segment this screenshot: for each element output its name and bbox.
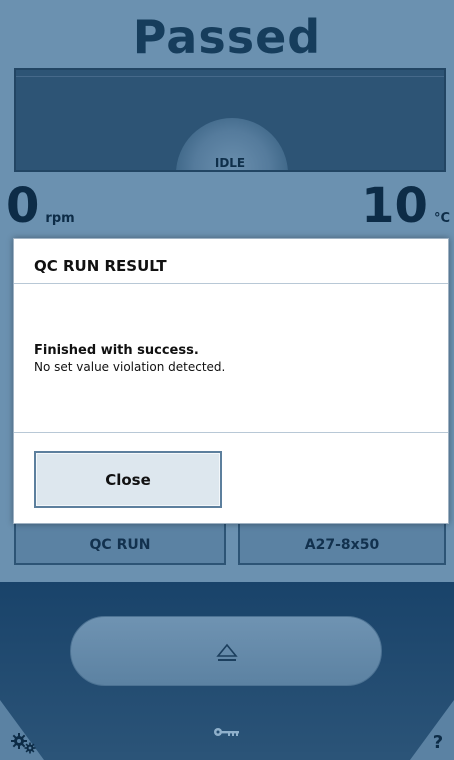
rotor-display: IDLE [14,68,446,172]
help-icon[interactable]: ? [426,732,450,758]
temperature-unit: °C [433,211,450,226]
display-divider [16,76,444,77]
bottom-base [44,752,410,760]
dialog-title: QC RUN RESULT [14,239,448,284]
eject-button[interactable] [70,616,382,686]
key-icon [214,728,239,736]
settings-gears-icon[interactable] [10,732,38,754]
close-button[interactable]: Close [34,451,222,508]
eject-icon [216,643,238,661]
temperature-readout: 10 °C [361,178,450,234]
speed-value: 0 [6,178,40,234]
centrifuge-screen: Passed IDLE 0 rpm 10 °C QC RUN A27-8x50 QC… [0,0,454,760]
dialog-message-bold: Finished with success. [34,343,199,358]
tab-qc-run-label: QC RUN [89,537,151,553]
temperature-value: 10 [361,178,428,234]
dialog-divider [14,432,448,433]
qc-result-dialog: QC RUN RESULT Finished with success. No … [13,238,449,524]
status-title: Passed [132,10,322,64]
dialog-message-detail: No set value violation detected. [34,360,226,374]
speed-unit: rpm [45,211,75,226]
bottom-control-bar: ? [0,582,454,760]
speed-readout: 0 rpm [6,178,75,234]
tab-rotor-program-label: A27-8x50 [304,537,380,553]
state-label: IDLE [214,156,246,170]
